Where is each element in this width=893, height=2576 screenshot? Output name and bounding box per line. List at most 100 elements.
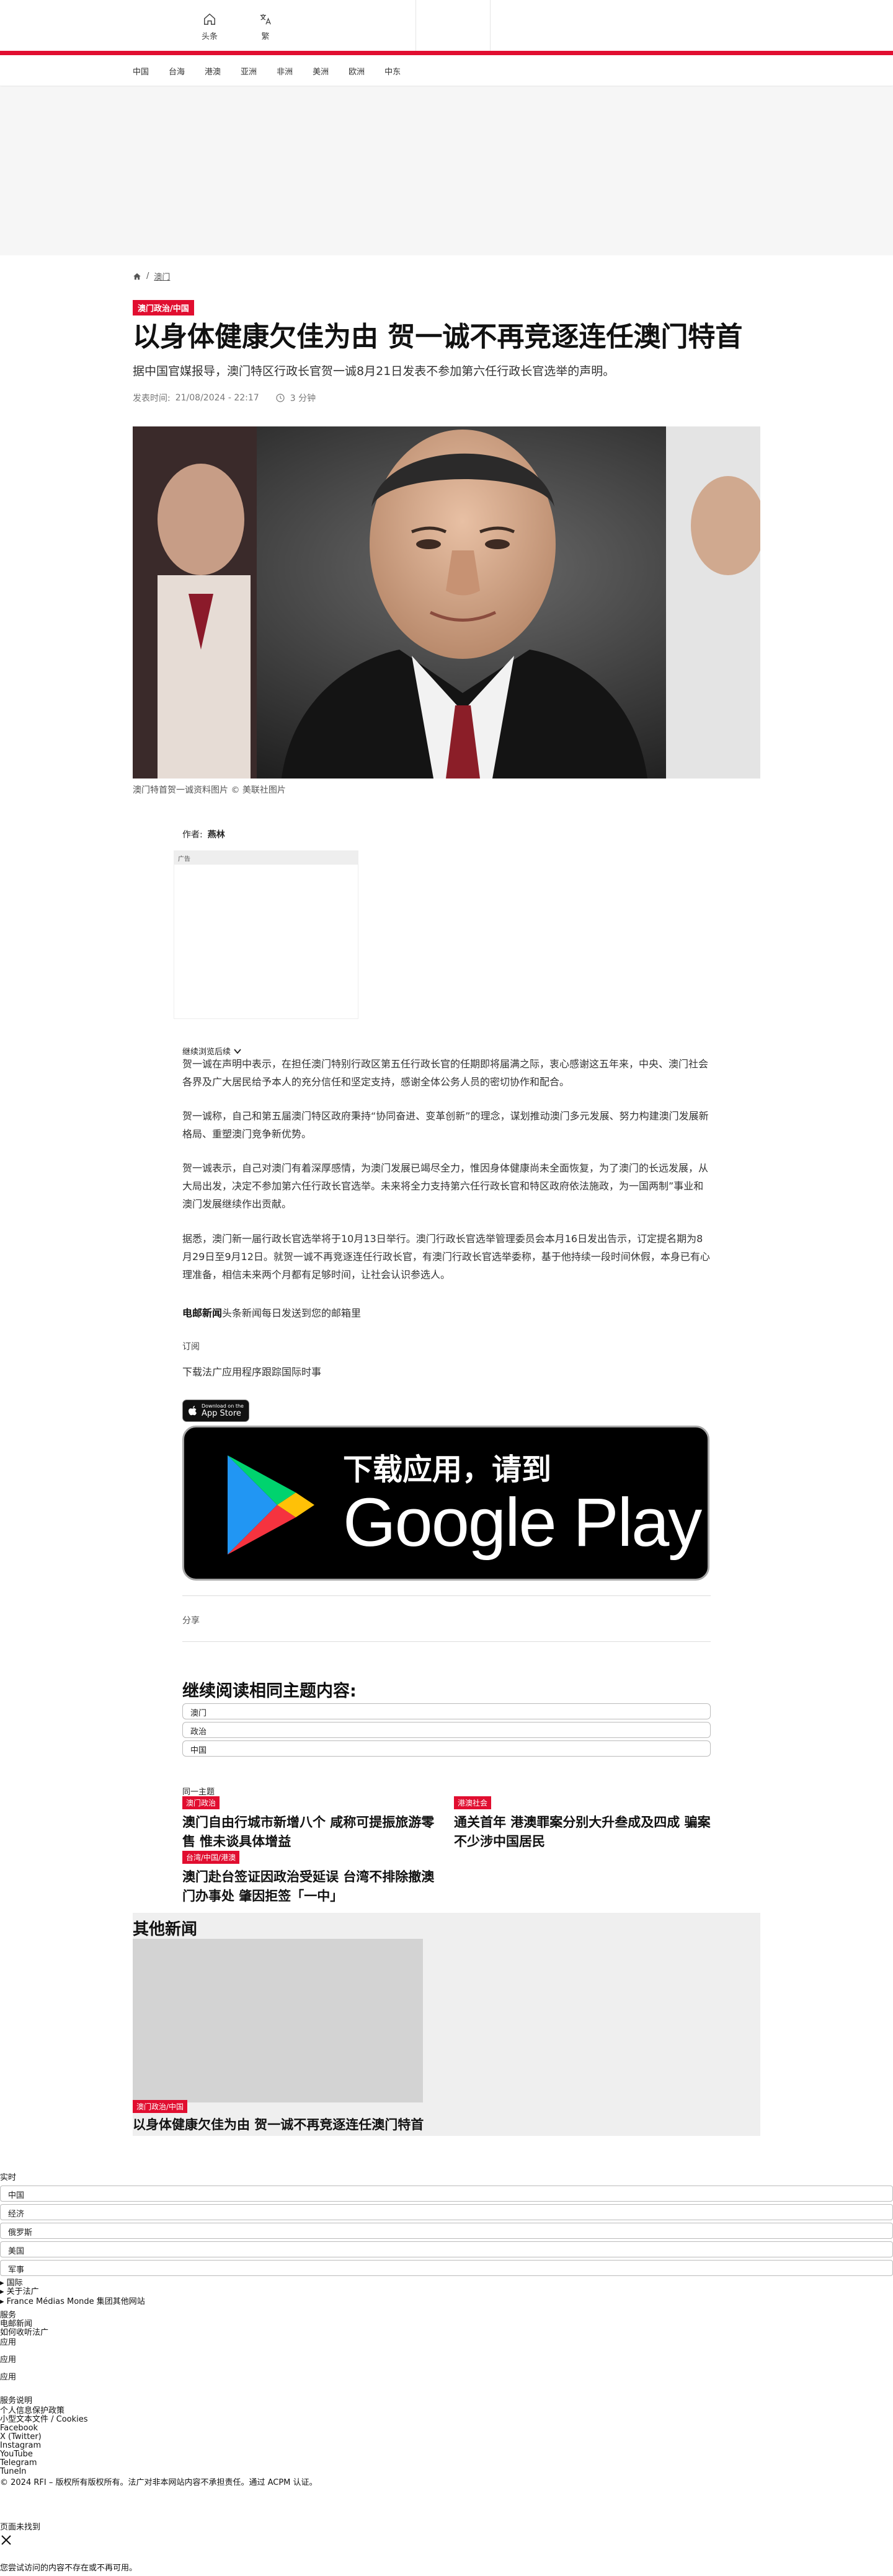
youtube-link[interactable]: YouTube (0, 2450, 33, 2459)
category-tag[interactable]: 澳门政治/中国 (133, 300, 194, 315)
google-play-line2: Google Play (343, 1484, 702, 1561)
ad-label: 广告 (174, 851, 358, 865)
read-time: 3 分钟 (290, 394, 316, 404)
article-paragraph: 贺一诚表示，自己对澳门有着深厚感情，为澳门发展已竭尽全力，惟因身体健康尚未全面恢… (182, 1162, 709, 1210)
app-download-text: 下载法广应用程序跟踪国际时事 (182, 1366, 322, 1378)
footer-link[interactable]: 小型文本文件 / Cookies (0, 2415, 88, 2424)
footer-topic-chip[interactable]: 军事 (0, 2260, 893, 2276)
nav-item[interactable]: 中国 (133, 65, 149, 77)
topic-chip[interactable]: 政治 (182, 1722, 711, 1738)
instagram-link[interactable]: Instagram (0, 2441, 41, 2450)
card-title[interactable]: 通关首年 港澳罪案分别大升叁成及四成 骗案不少涉中国居民 (454, 1813, 714, 1851)
breadcrumb-link[interactable]: 澳门 (154, 270, 170, 282)
app-store-badge[interactable]: Download on the App Store (182, 1400, 249, 1422)
footer-topic-chip[interactable]: 美国 (0, 2241, 893, 2257)
chevron-down-icon (234, 1048, 241, 1054)
footer-link[interactable]: 如何收听法广 (0, 2328, 48, 2337)
divider (415, 0, 416, 51)
photo-caption: 澳门特首贺一诚资料图片 © 美联社图片 (133, 785, 286, 795)
footer-topic-chip[interactable]: 俄罗斯 (0, 2223, 893, 2239)
other-news-headline[interactable]: 以身体健康欠佳为由 贺一诚不再竞逐连任澳门特首 (133, 2115, 424, 2133)
card-title[interactable]: 澳门自由行城市新增八个 咸称可提振旅游零售 惟未谈具体增益 (182, 1813, 443, 1851)
footer-section-toggle[interactable]: ▸ France Médias Monde 集团其他网站 (0, 2297, 145, 2306)
nav-item[interactable]: 非洲 (277, 65, 293, 77)
related-title: 继续阅读相同主题内容: (182, 1682, 357, 1701)
other-news-title: 其他新闻 (133, 1920, 198, 1939)
other-news-thumbnail[interactable] (133, 1939, 423, 2102)
category-nav: 中国 台海 港澳 亚洲 非洲 美洲 欧洲 中东 (0, 55, 893, 86)
tab-traditional[interactable]: 繁 (247, 12, 284, 42)
nav-item[interactable]: 台海 (169, 65, 185, 77)
tunein-link[interactable]: TuneIn (0, 2467, 27, 2476)
not-found-title: 页面未找到 (0, 2523, 41, 2532)
same-topic-label: 同一主题 (182, 1788, 215, 1797)
topic-chip[interactable]: 中国 (182, 1740, 711, 1757)
footer-section-toggle[interactable]: ▸ 国际 (0, 2278, 23, 2288)
footer-section-toggle[interactable]: ▸ 关于法广 (0, 2287, 39, 2296)
nav-item[interactable]: 欧洲 (349, 65, 365, 77)
footer-section-label: France Médias Monde 集团其他网站 (6, 2297, 145, 2306)
subscribe-button[interactable]: 订阅 (182, 1340, 200, 1352)
article-photo (133, 426, 760, 779)
portrait-illustration (133, 426, 760, 779)
home-icon (204, 13, 215, 25)
newsletter-promo: 电邮新闻头条新闻每日发送到您的邮箱里 (182, 1304, 711, 1322)
divider (182, 1595, 711, 1596)
google-play-badge[interactable]: 下载应用，请到 Google Play (182, 1426, 709, 1581)
telegram-link[interactable]: Telegram (0, 2458, 37, 2468)
nav-item[interactable]: 亚洲 (241, 65, 257, 77)
footer-topic-chip[interactable]: 中国 (0, 2186, 893, 2202)
brand-accent-bar (0, 51, 893, 55)
footer-link[interactable]: 个人信息保护政策 (0, 2406, 64, 2415)
newsletter-link[interactable]: 电邮新闻 (182, 1307, 222, 1319)
not-found-text: 您尝试访问的内容不存在或不再可用。 (0, 2564, 138, 2573)
google-play-line1: 下载应用，请到 (343, 1452, 552, 1487)
apple-icon (189, 1406, 197, 1416)
app-store-small: Download on the (202, 1403, 244, 1409)
related-article-card[interactable]: 澳门政治 澳门自由行城市新增八个 咸称可提振旅游零售 惟未谈具体增益 (182, 1796, 443, 1851)
twitter-link[interactable]: X (Twitter) (0, 2432, 42, 2441)
related-article-card[interactable]: 港澳社会 通关首年 港澳罪案分别大升叁成及四成 骗案不少涉中国居民 (454, 1796, 714, 1851)
divider (490, 0, 491, 51)
article-paragraph: 贺一诚在声明中表示，在担任澳门特别行政区第五任行政长官的任期即将届满之际，衷心感… (182, 1058, 709, 1088)
other-news-tag: 澳门政治/中国 (133, 2100, 188, 2113)
tab-headlines[interactable]: 头条 (191, 12, 228, 42)
facebook-link[interactable]: Facebook (0, 2424, 38, 2433)
article-title: 以身体健康欠佳为由 贺一诚不再竞逐连任澳门特首 (133, 321, 743, 353)
footer-link[interactable]: 电邮新闻 (0, 2319, 32, 2329)
close-icon[interactable] (0, 2534, 12, 2546)
footer-link[interactable]: 服务说明 (0, 2396, 32, 2406)
article-paragraph: 贺一诚称，自己和第五届澳门特区政府秉持“协同奋进、变革创新”的理念，谋划推动澳门… (182, 1110, 709, 1140)
nav-item[interactable]: 港澳 (205, 65, 221, 77)
divider (182, 1641, 711, 1642)
topic-chip[interactable]: 澳门 (182, 1703, 711, 1719)
author-name[interactable]: 燕林 (208, 830, 225, 840)
card-tag: 澳门政治 (182, 1796, 220, 1809)
app-store-large: App Store (202, 1409, 241, 1418)
related-article-card[interactable]: 台湾/中国/港澳 澳门赴台签证因政治受延误 台湾不排除撤澳门办事处 肇因拒签「一… (182, 1851, 443, 1906)
article-paragraph: 据悉，澳门新一届行政长官选举将于10月13日举行。澳门行政长官选举管理委员会本月… (182, 1233, 710, 1281)
clock-icon (276, 394, 285, 402)
google-play-icon (228, 1455, 314, 1555)
footer-section-label: 国际 (6, 2278, 23, 2288)
translate-icon (260, 14, 271, 25)
footer-link[interactable]: 应用 (0, 2338, 16, 2347)
footer-topic-chip[interactable]: 经济 (0, 2204, 893, 2220)
nav-item[interactable]: 美洲 (313, 65, 329, 77)
home-icon[interactable] (133, 272, 141, 281)
copyright: © 2024 RFI – 版权所有版权所有。法广对非本网站内容不承担责任。通过 … (0, 2478, 318, 2487)
card-title[interactable]: 澳门赴台签证因政治受延误 台湾不排除撤澳门办事处 肇因拒签「一中」 (182, 1868, 443, 1906)
tab-label: 繁 (261, 32, 270, 42)
article-meta: 发表时间: 21/08/2024 - 22:17 3 分钟 (133, 392, 316, 404)
card-tag: 港澳社会 (454, 1796, 492, 1809)
footer-link[interactable]: 应用 (0, 2355, 16, 2365)
breadcrumb-separator: / (146, 271, 149, 281)
published-label: 发表时间: (133, 394, 171, 404)
services-label: 服务 (0, 2311, 17, 2320)
author-label: 作者: (182, 830, 203, 840)
inline-ad: 广告 (174, 850, 358, 1019)
nav-item[interactable]: 中东 (384, 65, 401, 77)
footer-link[interactable]: 应用 (0, 2373, 16, 2382)
realtime-label: 实时 (0, 2173, 17, 2182)
share-label[interactable]: 分享 (182, 1614, 200, 1626)
